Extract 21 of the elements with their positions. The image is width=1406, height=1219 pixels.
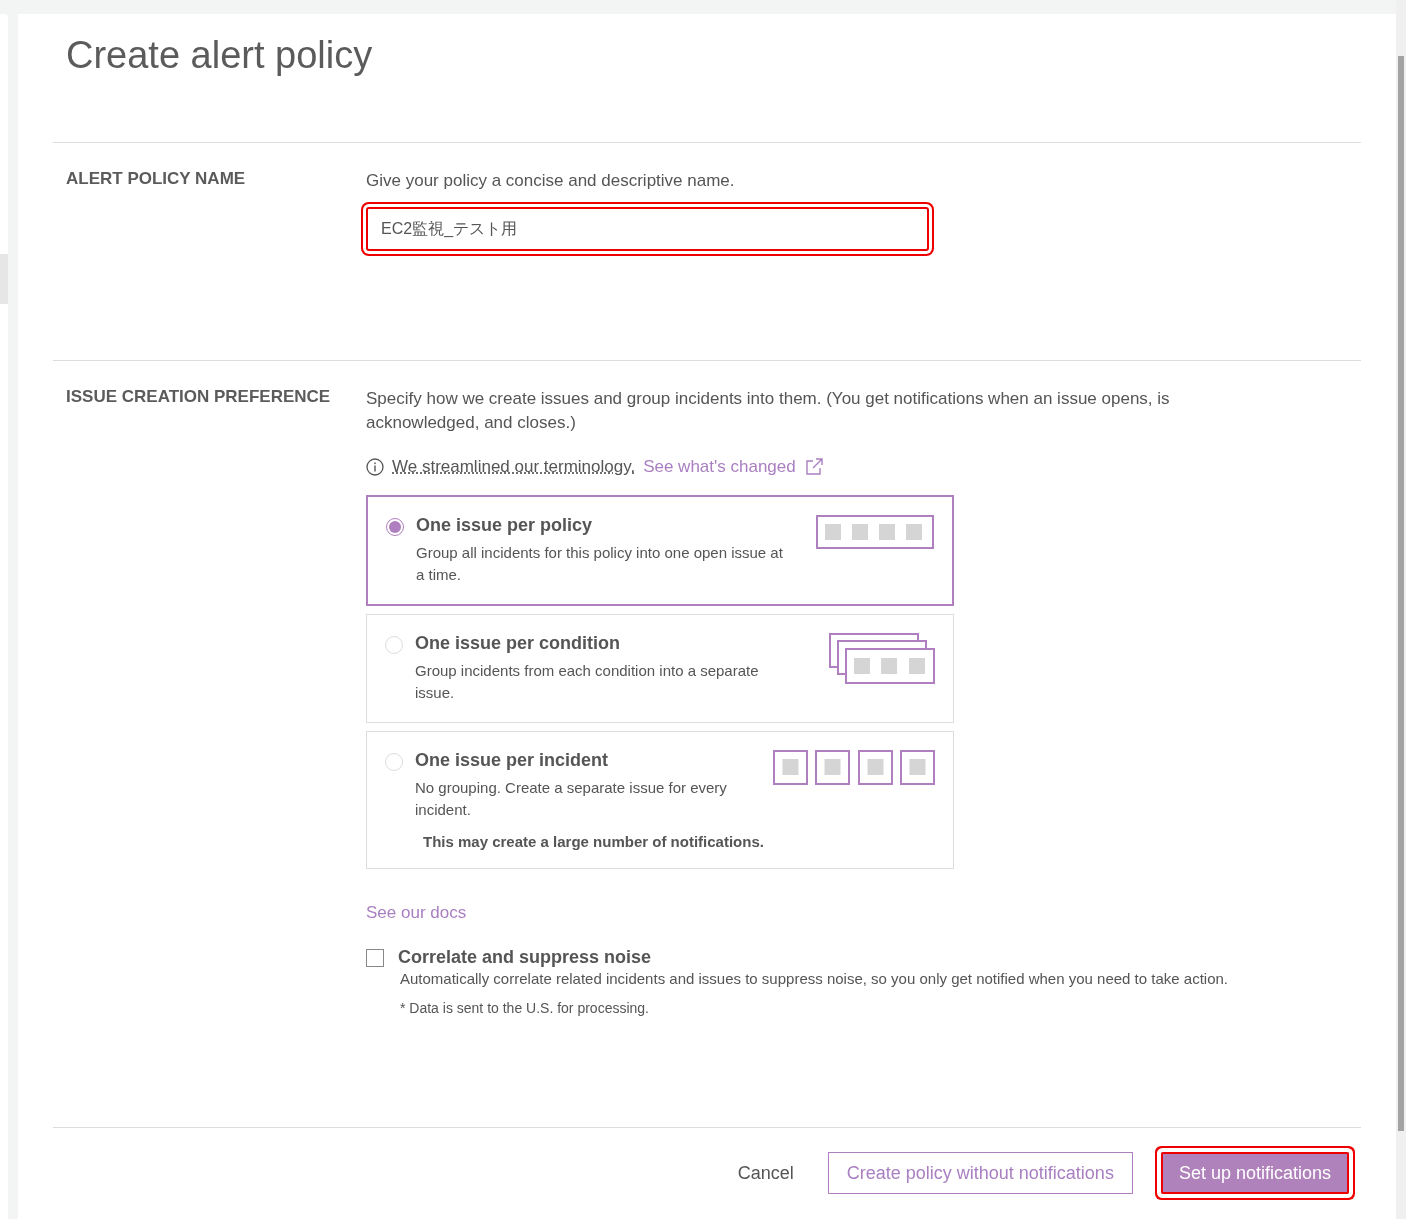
checkbox-label: Correlate and suppress noise xyxy=(398,947,652,968)
section-label: ISSUE CREATION PREFERENCE xyxy=(65,387,332,408)
checkbox-description: Automatically correlate related incidents and issues to suppress noise, so you only get notified when you need to take action. xyxy=(399,969,1228,989)
data-note: * Data is sent to the U.S. for processing. xyxy=(399,1000,649,1016)
option-title: One issue per incident xyxy=(415,750,610,771)
cancel-button[interactable]: Cancel xyxy=(731,1161,800,1185)
field-hint: Give your policy a concise and descriptive name. xyxy=(366,171,735,191)
issue-option-card[interactable]: One issue per condition Group incidents from each condition into a separate issue. xyxy=(366,614,954,723)
option-description: No grouping. Create a separate issue for every incident. xyxy=(415,778,728,820)
issue-option-card[interactable]: One issue per incident No grouping. Create a separate issue for every incident. This may create a large number of notifications. xyxy=(366,731,954,869)
option-description: Group all incidents for this policy into one open issue at a time. xyxy=(416,543,784,585)
policy-name-input[interactable]: EC2監視_テスト用 xyxy=(366,207,929,251)
page-title: Create alert policy xyxy=(65,33,374,78)
option-title: One issue per condition xyxy=(415,633,622,654)
terminology-notice: We streamlined our terminology. xyxy=(392,457,636,477)
section-label: ALERT POLICY NAME xyxy=(65,169,247,190)
option-title: One issue per policy xyxy=(416,515,594,536)
issue-option-card[interactable]: One issue per policy Group all incidents for this policy into one open issue at a time. xyxy=(366,495,954,606)
section-description: Specify how we create issues and group incidents into them. (You get notifications when an issue opens, is acknowledged, and closes.) xyxy=(366,388,1171,434)
warning-text: This may create a large number of notifications. xyxy=(423,833,764,850)
option-description: Group incidents from each condition into a separate issue. xyxy=(415,661,760,703)
